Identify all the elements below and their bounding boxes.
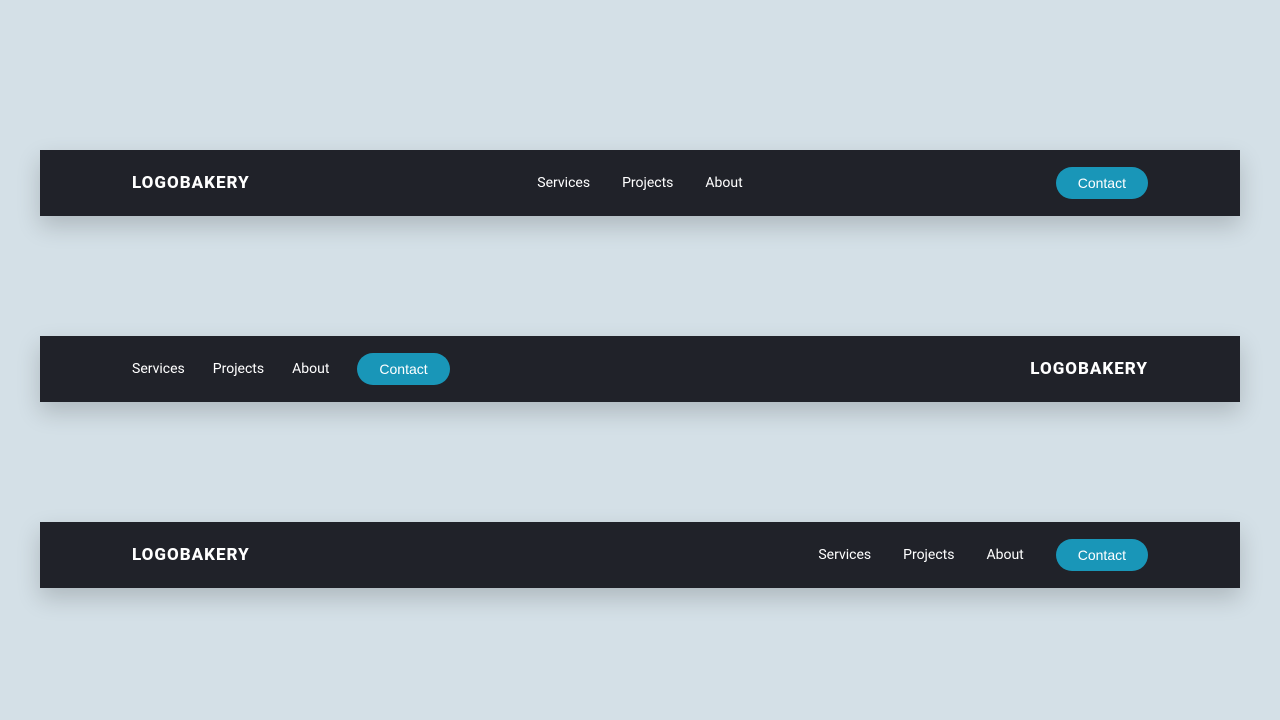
nav-links-center: Services Projects About bbox=[537, 175, 742, 191]
brand-logo[interactable]: LOGOBAKERY bbox=[132, 173, 250, 193]
nav-link-projects[interactable]: Projects bbox=[622, 175, 673, 191]
nav-link-services[interactable]: Services bbox=[537, 175, 590, 191]
contact-button[interactable]: Contact bbox=[357, 353, 449, 385]
contact-button[interactable]: Contact bbox=[1056, 167, 1148, 199]
nav-link-about[interactable]: About bbox=[986, 547, 1023, 563]
nav-links-left: Services Projects About Contact bbox=[132, 353, 450, 385]
nav-link-projects[interactable]: Projects bbox=[213, 361, 264, 377]
nav-link-about[interactable]: About bbox=[705, 175, 742, 191]
navbar-variant-2: Services Projects About Contact LOGOBAKE… bbox=[40, 336, 1240, 402]
navbar-variant-3: LOGOBAKERY Services Projects About Conta… bbox=[40, 522, 1240, 588]
brand-logo[interactable]: LOGOBAKERY bbox=[1030, 359, 1148, 379]
brand-logo[interactable]: LOGOBAKERY bbox=[132, 545, 250, 565]
nav-link-projects[interactable]: Projects bbox=[903, 547, 954, 563]
nav-link-services[interactable]: Services bbox=[818, 547, 871, 563]
nav-link-services[interactable]: Services bbox=[132, 361, 185, 377]
nav-links-right: Services Projects About Contact bbox=[818, 539, 1148, 571]
contact-button[interactable]: Contact bbox=[1056, 539, 1148, 571]
nav-link-about[interactable]: About bbox=[292, 361, 329, 377]
navbar-variant-1: LOGOBAKERY Services Projects About Conta… bbox=[40, 150, 1240, 216]
